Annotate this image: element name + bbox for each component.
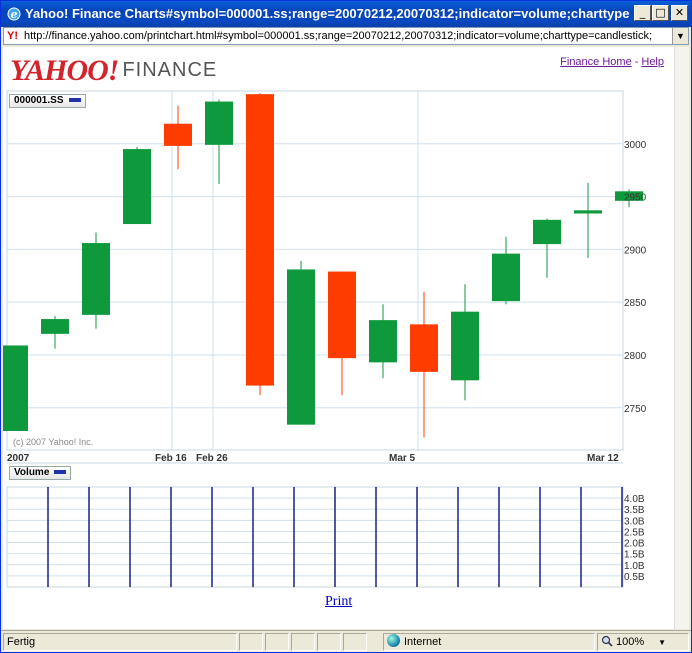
vertical-scrollbar[interactable] xyxy=(674,47,689,629)
volume-y-tick-label: 3.5B xyxy=(624,505,645,516)
price-y-tick-label: 2900 xyxy=(624,245,647,256)
magnifier-icon xyxy=(601,635,613,647)
price-legend-swatch xyxy=(68,98,81,103)
candle-body xyxy=(82,243,110,315)
status-pane-1 xyxy=(239,633,263,651)
volume-legend[interactable]: Volume xyxy=(9,466,72,480)
close-button[interactable]: ✕ xyxy=(671,5,688,21)
candle-body xyxy=(369,320,397,363)
window-title: Yahoo! Finance Charts#symbol=000001.ss;r… xyxy=(25,6,630,21)
volume-y-tick-label: 0.5B xyxy=(624,572,645,583)
status-text: Fertig xyxy=(3,633,237,651)
price-y-tick-label: 2800 xyxy=(624,351,647,362)
browser-window: e Yahoo! Finance Charts#symbol=000001.ss… xyxy=(0,0,692,653)
candle-body xyxy=(41,319,69,334)
candle-body xyxy=(574,210,602,214)
price-y-tick-label: 3000 xyxy=(624,140,647,151)
zone-label: Internet xyxy=(404,636,442,648)
status-pane-3 xyxy=(291,633,315,651)
volume-y-tick-label: 2.0B xyxy=(624,539,645,550)
chart-area: 2750 2800 2850 2900 2950 3000 (c) 2007 Yahoo! … xyxy=(3,90,647,588)
candle-body xyxy=(164,123,192,146)
volume-y-tick-label: 4.0B xyxy=(624,494,645,505)
price-y-tick-label: 2850 xyxy=(624,298,647,309)
candle-body xyxy=(451,311,479,381)
candle-body xyxy=(287,269,315,425)
volume-legend-swatch xyxy=(54,470,67,475)
zoom-dropdown-icon: ▼ xyxy=(658,638,667,647)
price-legend-label: 000001.SS xyxy=(14,95,64,106)
minimize-button[interactable]: _ xyxy=(634,5,651,21)
price-y-tick-label: 2950 xyxy=(624,193,647,204)
address-bar[interactable]: Y! http://finance.yahoo.com/printchart.h… xyxy=(3,27,689,45)
volume-panel-frame xyxy=(6,486,624,588)
candle-body xyxy=(492,253,520,302)
internet-explorer-icon: e xyxy=(7,7,21,21)
status-pane-4 xyxy=(317,633,341,651)
price-y-tick-label: 2750 xyxy=(624,404,647,415)
page-content: YAHOO! FINANCE Finance Home - Help 2750 2800… xyxy=(3,47,689,629)
x-tick-label: Mar 5 xyxy=(389,453,416,464)
volume-legend-label: Volume xyxy=(14,467,50,478)
maximize-button[interactable]: □ xyxy=(652,5,669,21)
x-tick-label: Feb 16 xyxy=(155,453,187,464)
x-tick-label: Feb 26 xyxy=(196,453,228,464)
volume-y-tick-label: 1.0B xyxy=(624,561,645,572)
status-pane-5 xyxy=(343,633,367,651)
zoom-label: 100% xyxy=(616,636,645,648)
title-bar[interactable]: e Yahoo! Finance Charts#symbol=000001.ss… xyxy=(1,1,691,27)
candle-body xyxy=(328,271,356,359)
svg-text:e: e xyxy=(11,8,18,21)
volume-y-tick-label: 2.5B xyxy=(624,527,645,538)
x-tick-label: 2007 xyxy=(7,453,30,464)
volume-y-tick-label: 1.5B xyxy=(624,550,645,561)
address-dropdown-button[interactable]: ▼ xyxy=(672,28,688,44)
x-tick-label: Mar 12 xyxy=(587,453,619,464)
copyright-text: (c) 2007 Yahoo! Inc. xyxy=(13,437,93,447)
candle-body xyxy=(3,345,28,431)
security-zone[interactable]: Internet xyxy=(383,633,595,651)
candle-body xyxy=(123,149,151,225)
print-link[interactable]: Print xyxy=(325,594,352,610)
yahoo-favicon-icon: Y! xyxy=(7,30,18,42)
price-legend[interactable]: 000001.SS xyxy=(9,94,86,108)
candle-body xyxy=(205,101,233,145)
address-url[interactable]: http://finance.yahoo.com/printchart.html… xyxy=(24,30,664,42)
status-bar: Fertig Internet 100% ▼ xyxy=(1,630,691,652)
candle-body xyxy=(533,219,561,245)
zoom-control[interactable]: 100% ▼ xyxy=(597,633,689,651)
globe-icon xyxy=(387,634,400,647)
candle-body xyxy=(410,324,438,372)
volume-y-tick-label: 3.0B xyxy=(624,516,645,527)
status-pane-2 xyxy=(265,633,289,651)
candle-body xyxy=(246,94,274,386)
